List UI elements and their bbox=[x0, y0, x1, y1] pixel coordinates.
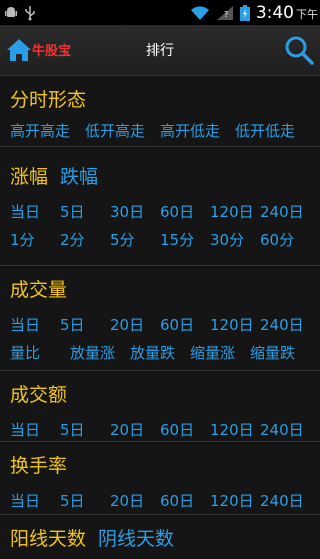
usb-icon bbox=[25, 5, 35, 20]
option[interactable]: 2分 bbox=[60, 229, 110, 250]
option[interactable]: 240日 bbox=[260, 314, 310, 335]
option[interactable]: 放量跌 bbox=[130, 342, 190, 363]
section-title: 换手率 bbox=[10, 454, 68, 477]
option[interactable]: 20日 bbox=[110, 314, 160, 335]
option[interactable]: 120日 bbox=[210, 314, 260, 335]
option[interactable]: 5日 bbox=[60, 490, 110, 511]
ranking-list: 分时形态 高开高走 低开高走 高开低走 低开低走 涨幅 跌幅 当日 5日 30日… bbox=[0, 76, 320, 559]
option[interactable]: 30分 bbox=[210, 229, 260, 250]
option[interactable]: 高开低走 bbox=[160, 120, 235, 141]
option[interactable]: 放量涨 bbox=[70, 342, 130, 363]
option[interactable]: 120日 bbox=[210, 201, 260, 222]
section-volume: 成交量 当日 5日 20日 60日 120日 240日 量比 放量涨 放量跌 缩… bbox=[0, 266, 320, 371]
option[interactable]: 60日 bbox=[160, 314, 210, 335]
option[interactable]: 当日 bbox=[10, 314, 60, 335]
tab-gainers[interactable]: 涨幅 bbox=[10, 162, 48, 189]
option[interactable]: 5日 bbox=[60, 201, 110, 222]
option[interactable]: 60日 bbox=[160, 419, 210, 440]
option[interactable]: 缩量涨 bbox=[190, 342, 250, 363]
option[interactable]: 低开高走 bbox=[85, 120, 160, 141]
option[interactable]: 60日 bbox=[160, 490, 210, 511]
option[interactable]: 240日 bbox=[260, 201, 310, 222]
clock-ampm: 下午 bbox=[296, 7, 318, 21]
option[interactable]: 1分 bbox=[10, 229, 60, 250]
tab-losers[interactable]: 跌幅 bbox=[60, 162, 98, 189]
section-title: 成交量 bbox=[10, 278, 68, 301]
option[interactable]: 当日 bbox=[10, 201, 60, 222]
section-positive-days: 阳线天数 阴线天数 bbox=[0, 515, 320, 559]
section-title: 分时形态 bbox=[10, 88, 87, 111]
option[interactable]: 5日 bbox=[60, 419, 110, 440]
option[interactable]: 20日 bbox=[110, 419, 160, 440]
option[interactable]: 60分 bbox=[260, 229, 310, 250]
status-bar: ? 3:40 下午 bbox=[0, 0, 320, 25]
section-intraday-pattern: 分时形态 高开高走 低开高走 高开低走 低开低走 bbox=[0, 76, 320, 147]
option[interactable]: 240日 bbox=[260, 490, 310, 511]
option[interactable]: 120日 bbox=[210, 490, 260, 511]
option[interactable]: 当日 bbox=[10, 419, 60, 440]
option[interactable]: 5日 bbox=[60, 314, 110, 335]
app-header: 牛股宝 排行 bbox=[0, 25, 320, 76]
option[interactable]: 当日 bbox=[10, 490, 60, 511]
option[interactable]: 120日 bbox=[210, 419, 260, 440]
wifi-icon bbox=[190, 5, 209, 20]
option[interactable]: 缩量跌 bbox=[250, 342, 310, 363]
option[interactable]: 60日 bbox=[160, 201, 210, 222]
svg-text:?: ? bbox=[224, 10, 228, 19]
section-turnover-rate: 换手率 当日 5日 20日 60日 120日 240日 bbox=[0, 442, 320, 515]
option[interactable]: 30日 bbox=[110, 201, 160, 222]
section-title: 成交额 bbox=[10, 383, 68, 406]
section-change: 涨幅 跌幅 当日 5日 30日 60日 120日 240日 1分 2分 5分 1… bbox=[0, 147, 320, 266]
battery-icon bbox=[239, 4, 250, 21]
option[interactable]: 15分 bbox=[160, 229, 210, 250]
search-icon[interactable] bbox=[284, 35, 314, 65]
page-title: 排行 bbox=[146, 43, 174, 59]
signal-icon: ? bbox=[216, 5, 233, 20]
option[interactable]: 低开低走 bbox=[235, 120, 310, 141]
tab-positive-days[interactable]: 阳线天数 bbox=[10, 524, 86, 551]
android-debug-icon bbox=[5, 6, 17, 17]
tab-negative-days[interactable]: 阴线天数 bbox=[98, 524, 174, 551]
clock-time: 3:40 bbox=[255, 2, 294, 23]
option[interactable]: 5分 bbox=[110, 229, 160, 250]
option[interactable]: 高开高走 bbox=[10, 120, 85, 141]
option[interactable]: 20日 bbox=[110, 490, 160, 511]
option[interactable]: 量比 bbox=[10, 342, 70, 363]
section-turnover-amount: 成交额 当日 5日 20日 60日 120日 240日 bbox=[0, 371, 320, 442]
option[interactable]: 240日 bbox=[260, 419, 310, 440]
